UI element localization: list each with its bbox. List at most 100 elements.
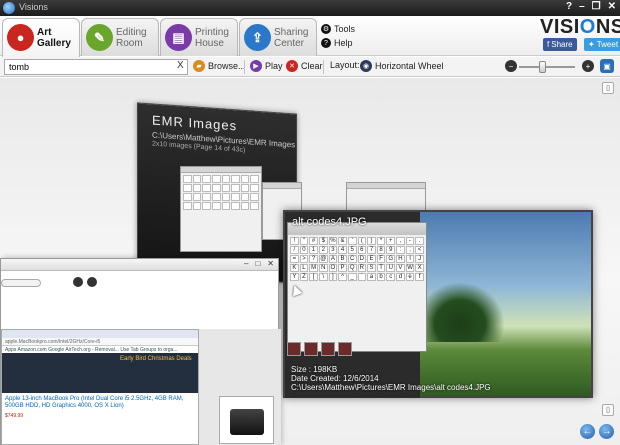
gallery-thumbnail[interactable] <box>219 396 274 444</box>
character-map-dialog: ! " # $% & '() * +, -. /0 1 2 3 4 5 6 7 8 9:; < = >? @ A B C D E F G H… <box>287 222 427 352</box>
character-key: 4 <box>338 246 347 254</box>
character-key: > <box>299 255 309 263</box>
zoom-slider-thumb[interactable] <box>539 61 546 73</box>
play-button[interactable]: ▶ Play <box>250 60 283 72</box>
facebook-share-button[interactable]: f Share <box>543 38 577 51</box>
zoom-in-button[interactable]: + <box>582 60 594 72</box>
character-key: # <box>309 237 318 245</box>
help-label: Help <box>334 38 353 48</box>
twitter-icon: ✦ <box>588 40 595 49</box>
printing-house-icon: ▤ <box>165 24 192 51</box>
preview-tree <box>415 282 505 342</box>
character-key: O <box>328 264 338 272</box>
character-key: H <box>396 255 405 263</box>
character-key: @ <box>318 255 328 263</box>
tab-editing-room[interactable]: ✎ Editing Room <box>81 18 159 56</box>
character-key: ? <box>309 255 318 263</box>
character-key: ^ <box>338 273 347 281</box>
tab-label: Editing Room <box>116 27 147 49</box>
fullscreen-button[interactable]: ▣ <box>600 59 614 73</box>
zoom-out-button[interactable]: − <box>505 60 517 72</box>
character-key: 7 <box>367 246 376 254</box>
layout-label: Layout: <box>330 60 360 70</box>
gallery-thumbnail[interactable] <box>346 182 426 212</box>
character-key: P <box>338 264 347 272</box>
tab-printing-house[interactable]: ▤ Printing House <box>160 18 238 56</box>
window-controls: – □ ✕ <box>244 259 274 268</box>
tab-sharing-center[interactable]: ⇪ Sharing Center <box>239 18 317 56</box>
tab-art-gallery[interactable]: ● Art Gallery <box>2 18 80 57</box>
scroll-up-button[interactable]: ▯ <box>602 82 614 94</box>
character-key: Z <box>299 273 309 281</box>
folder-title: EMR Images <box>152 112 238 134</box>
search-icon[interactable] <box>73 277 83 287</box>
character-key: _ <box>347 273 357 281</box>
twitter-tweet-button[interactable]: ✦ Tweet <box>584 38 620 51</box>
help-link[interactable]: ? Help <box>321 36 355 50</box>
character-key: M <box>309 264 318 272</box>
preview-info: Size : 198KB Date Created: 12/6/2014 C:\… <box>291 365 491 392</box>
clear-button[interactable]: ✕ Clear <box>286 60 323 72</box>
preview-path: C:\Users\Matthew\Pictures\EMR Images\alt… <box>291 383 491 392</box>
help-window-button[interactable]: ? <box>566 1 572 12</box>
window-bar: – □ ✕ <box>1 259 278 271</box>
window-controls: ? – ❐ ✕ <box>566 1 616 12</box>
play-icon: ▶ <box>250 60 262 72</box>
horizontal-wheel-icon: ◉ <box>360 60 372 72</box>
vertical-scrollbar[interactable]: ▯ ▯ <box>602 82 614 422</box>
character-key: V <box>396 264 405 272</box>
zoom-slider-track[interactable] <box>519 66 575 68</box>
product-price: $749.99 <box>5 413 24 419</box>
character-key: c <box>386 273 396 281</box>
character-key: U <box>386 264 396 272</box>
toolbar-divider <box>244 60 245 74</box>
tools-link[interactable]: ⚙ Tools <box>321 22 355 36</box>
device-image <box>230 409 264 435</box>
tools-menu: ⚙ Tools ? Help <box>321 22 355 50</box>
character-key: \ <box>318 273 328 281</box>
character-key: E <box>367 255 376 263</box>
character-key: ) <box>367 237 376 245</box>
close-icon[interactable]: ✕ <box>267 259 274 268</box>
character-key: D <box>357 255 367 263</box>
gallery-thumbnail[interactable] <box>180 166 262 252</box>
layout-selector[interactable]: ◉ Horizontal Wheel <box>360 60 444 72</box>
window-titlebar: Visions ? – ❐ ✕ <box>0 0 620 16</box>
maximize-icon[interactable]: □ <box>255 259 260 268</box>
next-arrow-icon[interactable]: → <box>599 424 614 439</box>
settings-icon[interactable] <box>87 277 97 287</box>
character-key: ; <box>405 246 415 254</box>
clear-search-icon[interactable]: X <box>177 60 184 71</box>
window-slider[interactable] <box>1 279 41 287</box>
visions-logo: VISIONS <box>540 16 620 38</box>
browse-button[interactable]: ▰ Browse... <box>193 60 246 72</box>
previous-arrow-icon[interactable]: ← <box>580 424 595 439</box>
browser-tabs <box>2 330 198 338</box>
character-key: 3 <box>328 246 338 254</box>
character-key: 8 <box>376 246 386 254</box>
art-gallery-icon: ● <box>7 24 34 51</box>
image-preview[interactable]: ! " # $% & '() * +, -. /0 1 2 3 4 5 6 7 8 9:; < = >? @ A B C D E F G H… <box>283 210 593 398</box>
help-icon: ? <box>321 38 331 48</box>
close-button[interactable]: ✕ <box>608 1 616 12</box>
minimize-icon[interactable]: – <box>244 259 248 268</box>
preview-filename: alt codes4.JPG <box>292 216 367 228</box>
character-key: 1 <box>309 246 318 254</box>
christmas-deals: Early Bird Christmas Deals <box>120 356 192 362</box>
character-key: W <box>405 264 415 272</box>
scroll-down-button[interactable]: ▯ <box>602 404 614 416</box>
character-key: 5 <box>347 246 357 254</box>
character-key: * <box>376 237 386 245</box>
character-key: S <box>367 264 376 272</box>
tab-label: Sharing Center <box>274 27 309 49</box>
character-key: " <box>299 237 309 245</box>
character-key: a <box>367 273 376 281</box>
minimize-button[interactable]: – <box>579 1 585 12</box>
window-title: Visions <box>19 2 48 12</box>
character-key: C <box>347 255 357 263</box>
facebook-icon: f <box>547 40 550 49</box>
character-key: < <box>415 246 424 254</box>
search-input[interactable] <box>4 59 188 75</box>
restore-button[interactable]: ❐ <box>592 1 601 12</box>
character-grid: ! " # $% & '() * +, -. /0 1 2 3 4 5 6 7 8 9:; < = >? @ A B C D E F G H… <box>288 235 426 283</box>
